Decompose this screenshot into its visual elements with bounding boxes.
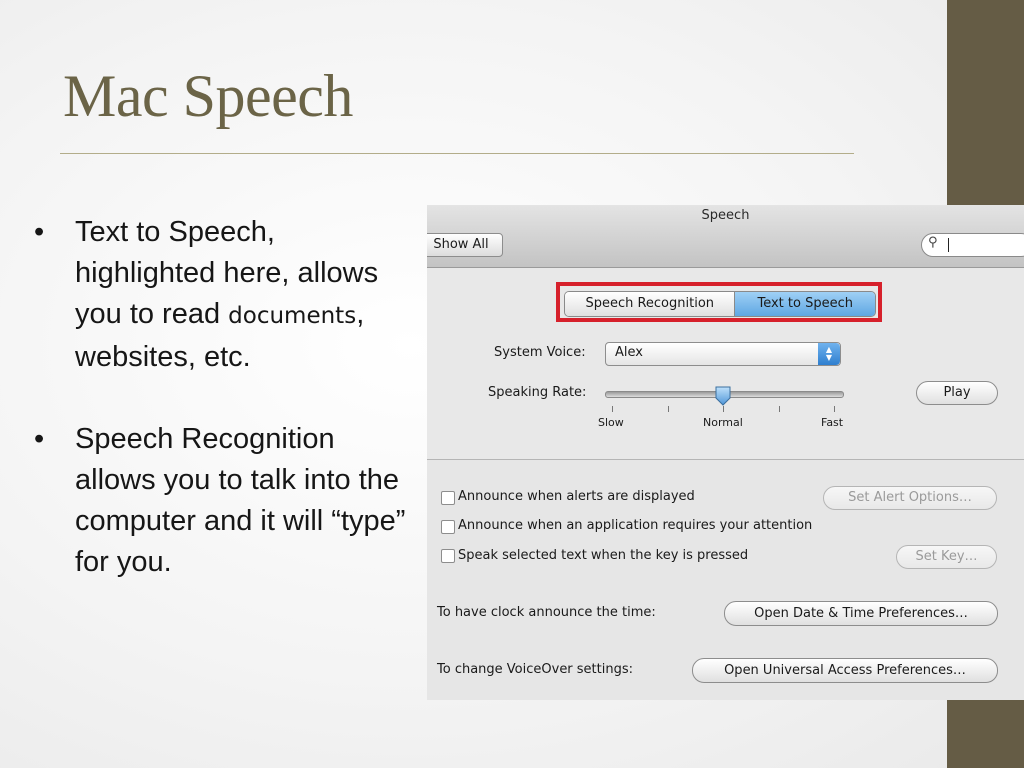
announce-app-attention-label: Announce when an application requires yo… [458,518,813,533]
bullet-text-to-speech: • Text to Speech, highlighted here, allo… [34,212,414,378]
system-voice-value: Alex [615,345,643,360]
slider-tick [612,406,613,412]
search-field[interactable]: ⚲ [921,233,1024,257]
updown-arrows-icon: ▲ ▼ [818,343,840,365]
system-voice-popup[interactable]: Alex ▲ ▼ [605,342,841,366]
open-date-time-preferences-button[interactable]: Open Date & Time Preferences… [724,601,998,626]
bullet-marker: • [34,423,45,455]
show-all-button[interactable]: Show All [427,233,503,257]
speaking-rate-label: Speaking Rate: [488,385,587,400]
slider-tick [779,406,780,412]
system-voice-label: System Voice: [494,345,586,360]
speech-preferences-screenshot: Speech Show All ⚲ Speech Recognition Tex… [427,205,1024,700]
tab-speech-recognition[interactable]: Speech Recognition [565,292,736,316]
speak-selected-text-label: Speak selected text when the key is pres… [458,548,749,563]
rate-slow-label: Slow [598,416,624,429]
text-cursor [948,238,949,252]
rate-normal-label: Normal [703,416,743,429]
clock-announce-label: To have clock announce the time: [437,605,656,620]
open-universal-access-preferences-button[interactable]: Open Universal Access Preferences… [692,658,998,683]
speaking-rate-slider-knob[interactable] [714,386,732,406]
rate-fast-label: Fast [821,416,844,429]
slide-title: Mac Speech [63,63,353,129]
set-key-button[interactable]: Set Key… [896,545,997,569]
window-toolbar: Speech Show All ⚲ [427,205,1024,268]
play-button[interactable]: Play [916,381,998,405]
bullet-list: • Text to Speech, highlighted here, allo… [34,212,414,624]
magnifier-icon: ⚲ [928,235,938,250]
set-alert-options-button[interactable]: Set Alert Options… [823,486,997,510]
announce-alerts-checkbox[interactable] [441,491,455,505]
title-divider [60,153,854,154]
slider-tick [834,406,835,412]
voiceover-settings-label: To change VoiceOver settings: [437,662,634,677]
bullet-text-quoted: “type” [331,505,406,537]
bullet-speech-recognition: • Speech Recognition allows you to talk … [34,419,414,583]
announce-app-attention-checkbox[interactable] [441,520,455,534]
bullet-text-end: for you. [75,546,172,578]
tab-text-to-speech[interactable]: Text to Speech [735,292,875,316]
announce-alerts-label: Announce when alerts are displayed [458,489,695,504]
window-title: Speech [701,208,750,223]
tab-switcher: Speech Recognition Text to Speech [564,291,876,317]
bullet-marker: • [34,216,45,248]
slider-tick [668,406,669,412]
bullet-text-emphasis: documents [228,303,357,329]
slider-tick [723,406,724,412]
speak-selected-text-checkbox[interactable] [441,549,455,563]
